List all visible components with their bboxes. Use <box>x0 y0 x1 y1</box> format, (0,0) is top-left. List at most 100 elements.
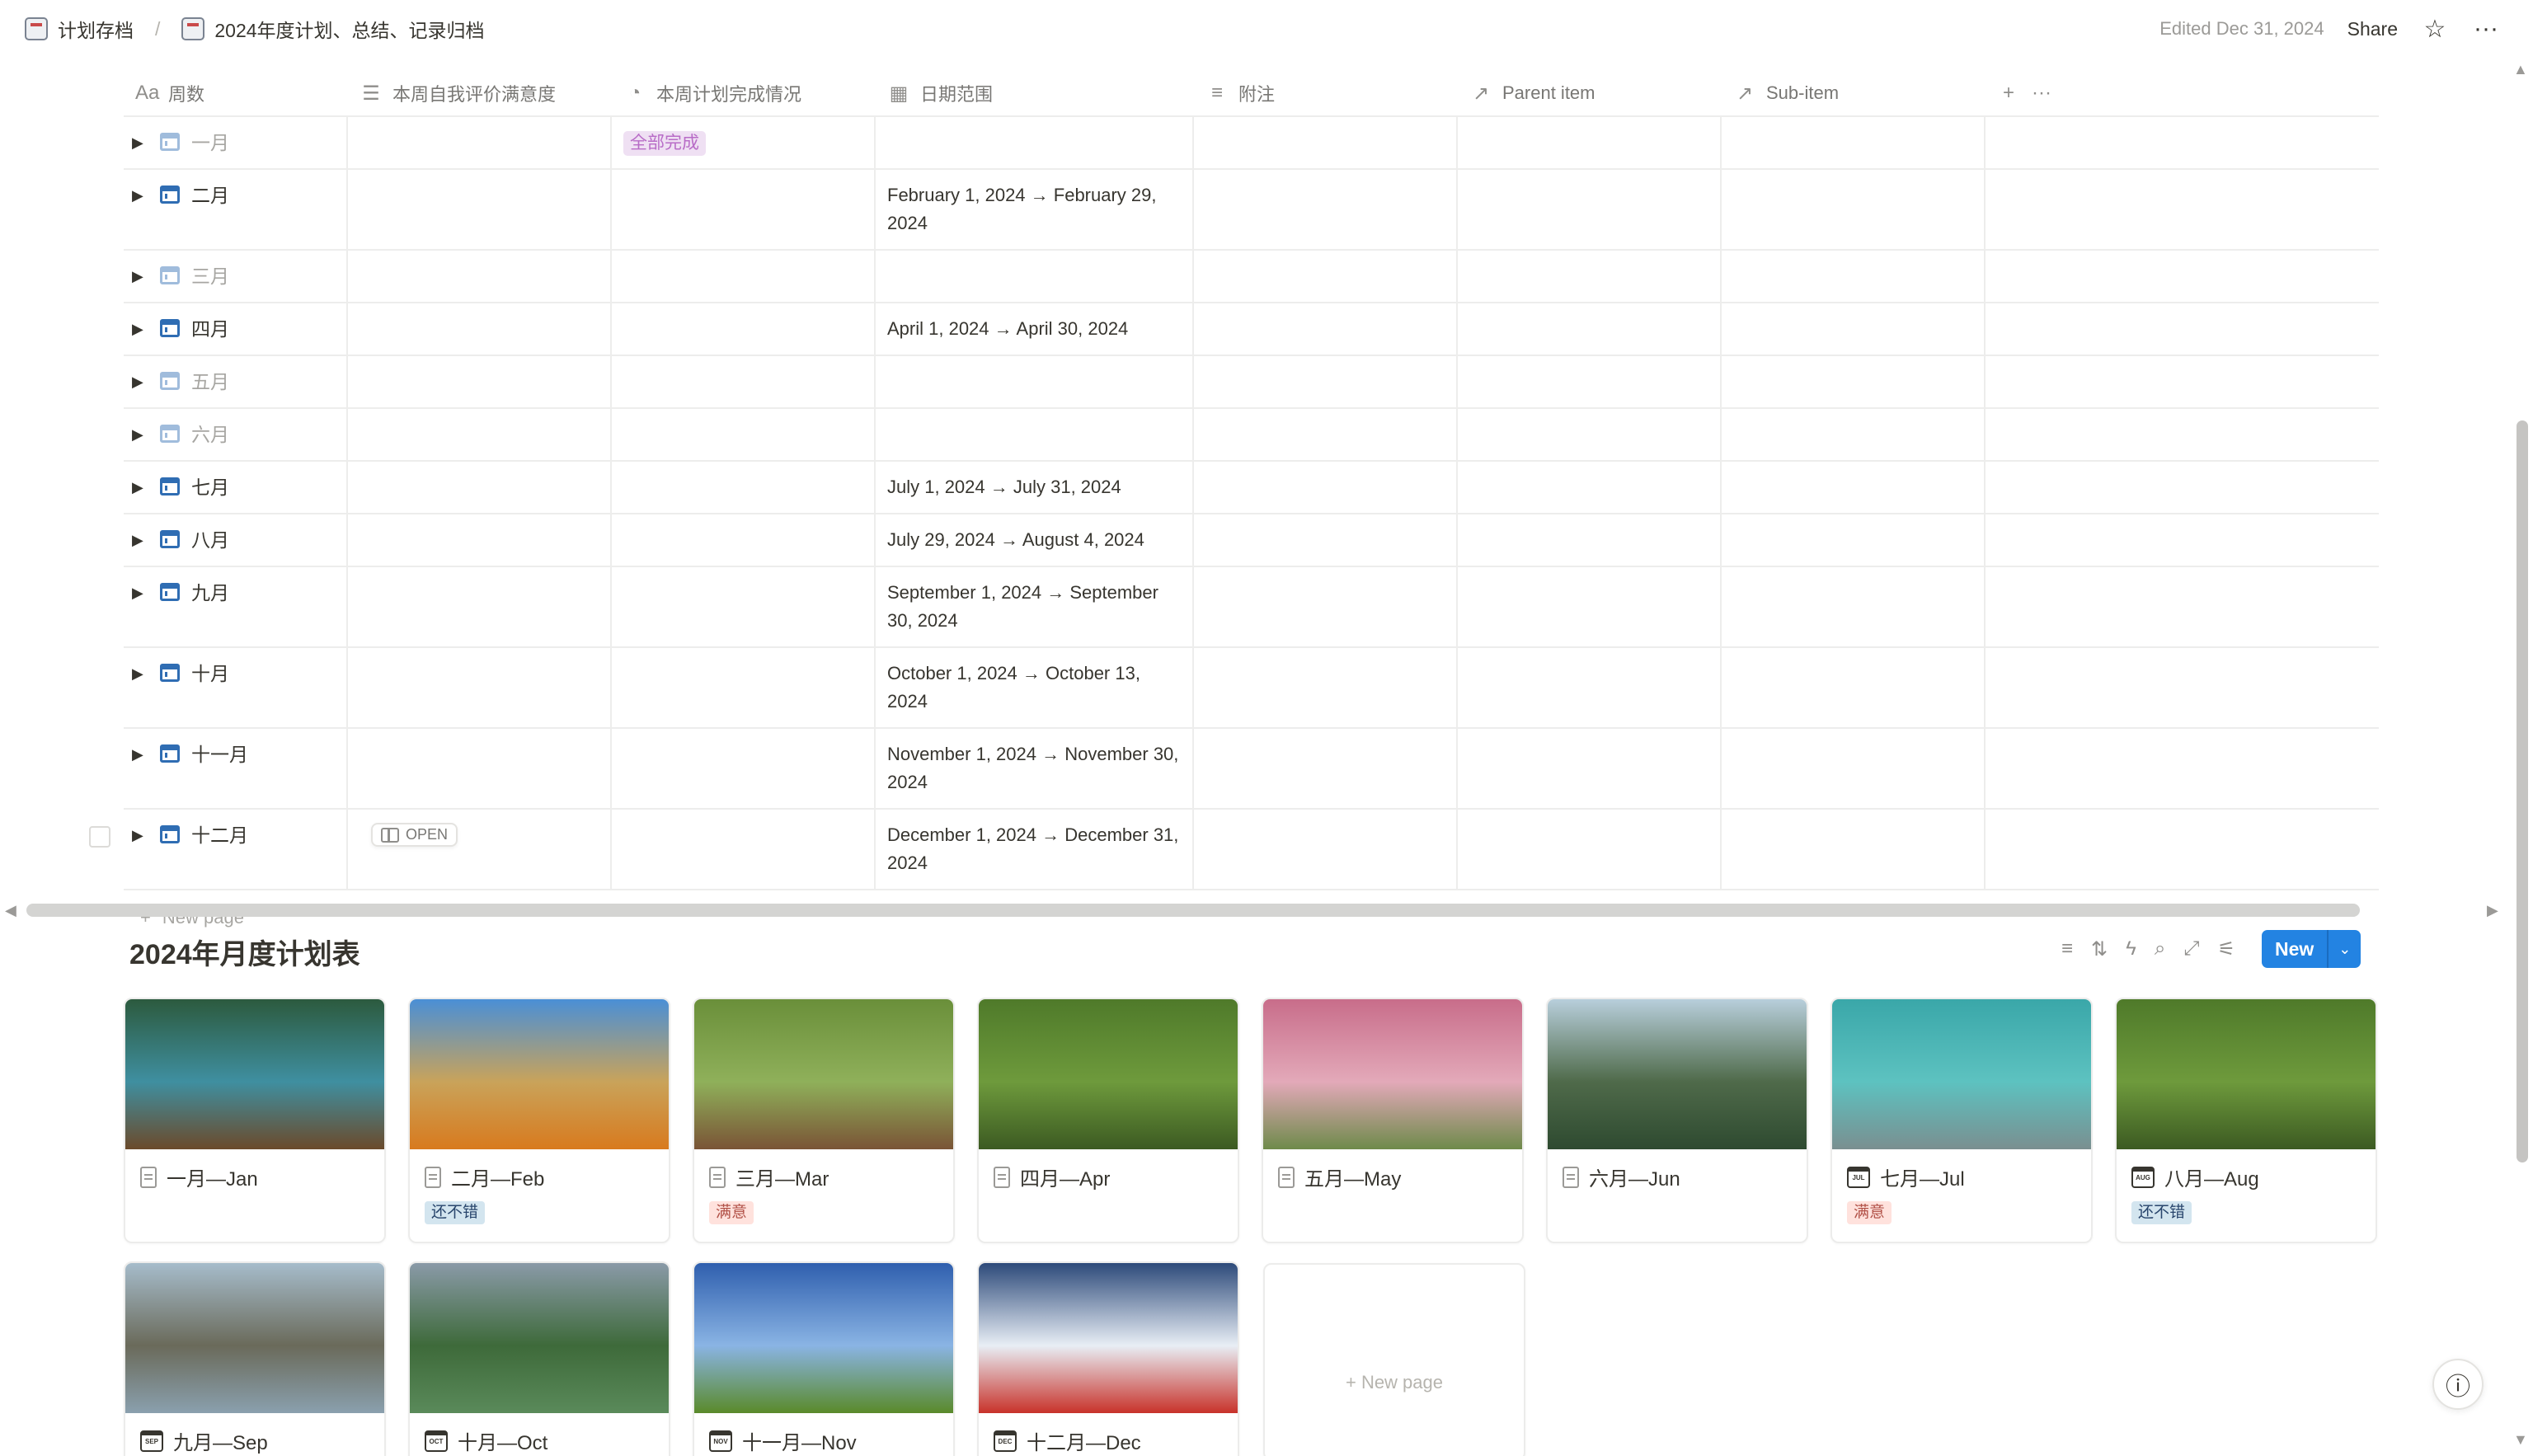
gallery-card[interactable]: 一月—Jan <box>124 998 386 1243</box>
row-select-checkbox[interactable] <box>89 826 110 848</box>
column-header-sub-item[interactable]: ↗ Sub-item <box>1722 71 1986 115</box>
completion-cell[interactable] <box>612 514 876 566</box>
table-row[interactable]: ▶ 五月 <box>124 356 2379 409</box>
column-header-satisfaction[interactable]: ☰ 本周自我评价满意度 <box>348 71 612 115</box>
table-row[interactable]: ▶ 七月 July 1, 2024 → July 31, 2024 <box>124 462 2379 514</box>
sub-item-cell[interactable] <box>1722 648 1986 727</box>
name-cell[interactable]: ▶ 十二月 <box>124 810 348 889</box>
notes-cell[interactable] <box>1194 356 1458 407</box>
parent-item-cell[interactable] <box>1458 648 1722 727</box>
completion-cell[interactable] <box>612 462 876 513</box>
satisfaction-cell[interactable] <box>348 409 612 460</box>
date-cell[interactable] <box>876 117 1194 168</box>
date-cell[interactable]: February 1, 2024 → February 29, 2024 <box>876 170 1194 249</box>
gallery-card[interactable]: JUL 七月—Jul 满意 <box>1830 998 2093 1243</box>
expand-triangle-icon[interactable]: ▶ <box>132 579 148 607</box>
name-cell[interactable]: ▶ 三月 <box>124 251 348 302</box>
parent-item-cell[interactable] <box>1458 409 1722 460</box>
table-row[interactable]: ▶ 四月 April 1, 2024 → April 30, 2024 <box>124 303 2379 356</box>
expand-triangle-icon[interactable]: ▶ <box>132 262 148 290</box>
gallery-new-page-card[interactable]: + New page <box>1263 1263 1525 1456</box>
notes-cell[interactable] <box>1194 117 1458 168</box>
gallery-card[interactable]: 二月—Feb 还不错 <box>408 998 670 1243</box>
date-cell[interactable]: July 1, 2024 → July 31, 2024 <box>876 462 1194 513</box>
parent-item-cell[interactable] <box>1458 462 1722 513</box>
satisfaction-cell[interactable] <box>348 303 612 355</box>
satisfaction-cell[interactable] <box>348 356 612 407</box>
parent-item-cell[interactable] <box>1458 251 1722 302</box>
gallery-card[interactable]: SEP 九月—Sep <box>124 1261 386 1456</box>
sub-item-cell[interactable] <box>1722 170 1986 249</box>
sub-item-cell[interactable] <box>1722 117 1986 168</box>
satisfaction-cell[interactable] <box>348 514 612 566</box>
completion-cell[interactable] <box>612 648 876 727</box>
date-cell[interactable]: July 29, 2024 → August 4, 2024 <box>876 514 1194 566</box>
table-row[interactable]: ▶ 八月 July 29, 2024 → August 4, 2024 <box>124 514 2379 567</box>
expand-triangle-icon[interactable]: ▶ <box>132 526 148 554</box>
date-cell[interactable] <box>876 356 1194 407</box>
name-cell[interactable]: ▶ 十一月 <box>124 729 348 808</box>
gallery-card[interactable]: 三月—Mar 满意 <box>693 998 955 1243</box>
table-new-page-button[interactable]: + New page <box>124 890 2379 945</box>
more-horizontal-icon[interactable]: ··· <box>2030 82 2053 105</box>
expand-triangle-icon[interactable]: ▶ <box>132 740 148 768</box>
parent-item-cell[interactable] <box>1458 117 1722 168</box>
add-column-icon[interactable]: + <box>1997 82 2020 105</box>
expand-icon[interactable]: ⤢ <box>2183 937 2199 960</box>
breadcrumb-item-archive[interactable]: 计划存档 <box>58 15 134 43</box>
expand-triangle-icon[interactable]: ▶ <box>132 821 148 849</box>
parent-item-cell[interactable] <box>1458 567 1722 646</box>
satisfaction-cell[interactable] <box>348 567 612 646</box>
parent-item-cell[interactable] <box>1458 729 1722 808</box>
notes-cell[interactable] <box>1194 567 1458 646</box>
notes-cell[interactable] <box>1194 729 1458 808</box>
table-row[interactable]: ▶ 六月 <box>124 409 2379 462</box>
new-button[interactable]: New ⌄ <box>2262 930 2361 968</box>
sub-item-cell[interactable] <box>1722 409 1986 460</box>
name-cell[interactable]: ▶ 七月 <box>124 462 348 513</box>
expand-triangle-icon[interactable]: ▶ <box>132 315 148 343</box>
notes-cell[interactable] <box>1194 462 1458 513</box>
sub-item-cell[interactable] <box>1722 810 1986 889</box>
notes-cell[interactable] <box>1194 648 1458 727</box>
parent-item-cell[interactable] <box>1458 356 1722 407</box>
date-cell[interactable]: October 1, 2024 → October 13, 2024 <box>876 648 1194 727</box>
satisfaction-cell[interactable] <box>348 170 612 249</box>
sub-item-cell[interactable] <box>1722 462 1986 513</box>
name-cell[interactable]: ▶ 五月 <box>124 356 348 407</box>
parent-item-cell[interactable] <box>1458 170 1722 249</box>
chevron-down-icon[interactable]: ⌄ <box>2329 930 2361 968</box>
notes-cell[interactable] <box>1194 810 1458 889</box>
horizontal-scrollbar[interactable] <box>26 904 2360 917</box>
scroll-down-arrow-icon[interactable]: ▼ <box>2513 1431 2528 1449</box>
sub-item-cell[interactable] <box>1722 514 1986 566</box>
search-icon[interactable]: ⌕ <box>2155 937 2165 960</box>
satisfaction-cell[interactable] <box>348 729 612 808</box>
satisfaction-cell[interactable] <box>348 810 612 889</box>
name-cell[interactable]: ▶ 一月 <box>124 117 348 168</box>
expand-triangle-icon[interactable]: ▶ <box>132 473 148 501</box>
gallery-card[interactable]: 六月—Jun <box>1546 998 1808 1243</box>
completion-cell[interactable] <box>612 810 876 889</box>
completion-cell[interactable] <box>612 356 876 407</box>
scroll-right-arrow-icon[interactable]: ▶ <box>2487 902 2498 919</box>
gallery-card[interactable]: DEC 十二月—Dec <box>977 1261 1239 1456</box>
completion-cell[interactable] <box>612 170 876 249</box>
date-cell[interactable]: November 1, 2024 → November 30, 2024 <box>876 729 1194 808</box>
sort-icon[interactable]: ⇅ <box>2091 937 2108 961</box>
name-cell[interactable]: ▶ 六月 <box>124 409 348 460</box>
date-cell[interactable] <box>876 251 1194 302</box>
table-row[interactable]: ▶ 二月 February 1, 2024 → February 29, 2024 <box>124 170 2379 251</box>
completion-cell[interactable]: 全部完成 <box>612 117 876 168</box>
satisfaction-cell[interactable] <box>348 462 612 513</box>
parent-item-cell[interactable] <box>1458 514 1722 566</box>
table-row[interactable]: ▶ 十一月 November 1, 2024 → November 30, 202… <box>124 729 2379 810</box>
sub-item-cell[interactable] <box>1722 567 1986 646</box>
gallery-card[interactable]: 五月—May <box>1262 998 1524 1243</box>
completion-cell[interactable] <box>612 567 876 646</box>
notes-cell[interactable] <box>1194 251 1458 302</box>
date-cell[interactable]: September 1, 2024 → September 30, 2024 <box>876 567 1194 646</box>
vertical-scrollbar[interactable] <box>2517 420 2528 1162</box>
open-page-button[interactable]: OPEN <box>371 823 458 847</box>
table-row[interactable]: ▶ 十月 October 1, 2024 → October 13, 2024 <box>124 648 2379 729</box>
